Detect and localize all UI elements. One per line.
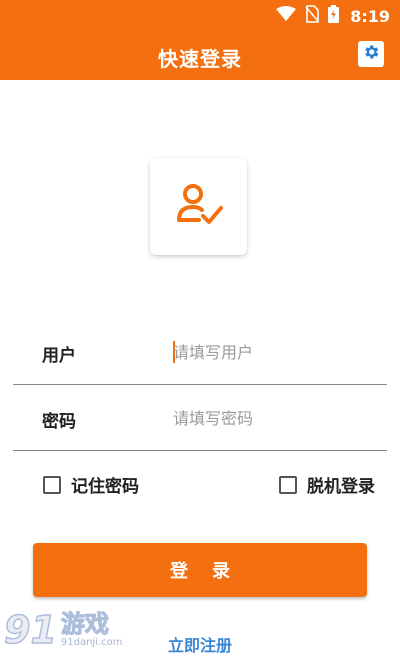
password-divider — [13, 450, 387, 451]
password-row: 密码 — [13, 385, 387, 451]
status-time: 8:19 — [350, 6, 390, 26]
remember-password-checkbox[interactable]: 记住密码 — [43, 472, 139, 497]
no-sim-icon — [305, 5, 320, 27]
app-bar: 快速登录 — [0, 32, 400, 80]
wifi-icon — [276, 6, 297, 26]
user-check-icon — [169, 180, 229, 234]
checkbox-box[interactable] — [279, 475, 297, 494]
password-input[interactable] — [173, 404, 373, 432]
gear-icon — [362, 43, 380, 65]
login-button[interactable]: 登录 — [33, 543, 367, 597]
username-input[interactable] — [173, 338, 373, 366]
remember-password-label: 记住密码 — [71, 477, 139, 497]
battery-charging-icon — [328, 5, 340, 27]
avatar — [150, 158, 247, 255]
offline-login-label: 脱机登录 — [307, 477, 375, 497]
username-row: 用户 — [13, 319, 387, 385]
status-bar: 8:19 — [0, 0, 400, 32]
page-title: 快速登录 — [158, 47, 242, 71]
checkbox-box[interactable] — [43, 475, 61, 494]
password-label: 密码 — [42, 412, 76, 432]
username-label: 用户 — [42, 346, 76, 366]
offline-login-checkbox[interactable]: 脱机登录 — [279, 472, 375, 497]
settings-button[interactable] — [358, 41, 384, 67]
register-link[interactable]: 立即注册 — [0, 632, 400, 656]
